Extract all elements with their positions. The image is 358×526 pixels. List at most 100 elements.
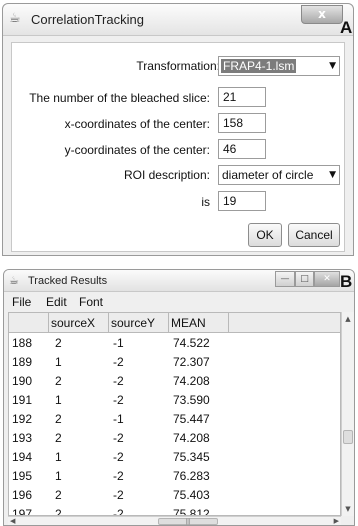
row-index-cell: 189 [12, 353, 32, 372]
transformation-value: FRAP4-1.lsm [221, 59, 296, 73]
dialog-form: Transformation: FRAP4-1.lsm ▼ The number… [11, 42, 345, 252]
sourcex-cell: 1 [55, 353, 62, 372]
scrollbar-thumb[interactable] [343, 430, 353, 444]
java-cup-icon: ☕ [9, 273, 23, 289]
table-row[interactable]: 191 1 -2 73.590 [9, 391, 341, 410]
sourcey-cell: -1 [113, 334, 124, 353]
column-header-index[interactable] [9, 313, 49, 333]
horizontal-scrollbar-thumb[interactable]: ||| [158, 518, 218, 525]
sourcex-cell: 1 [55, 448, 62, 467]
row-index-cell: 194 [12, 448, 32, 467]
scroll-right-icon[interactable]: ▶ [334, 517, 339, 526]
mean-cell: 74.208 [173, 429, 210, 448]
tracked-results-window: ☕ Tracked Results — □ ✕ File Edit Font s… [3, 269, 355, 526]
table-row[interactable]: 196 2 -2 75.403 [9, 486, 341, 505]
menu-edit[interactable]: Edit [46, 295, 67, 309]
table-header: sourceX sourceY MEAN [9, 313, 341, 333]
x-center-input[interactable]: 158 [218, 113, 266, 133]
row-index-cell: 196 [12, 486, 32, 505]
y-center-input[interactable]: 46 [218, 139, 266, 159]
row-index-cell: 192 [12, 410, 32, 429]
table-row[interactable]: 194 1 -2 75.345 [9, 448, 341, 467]
row-index-cell: 191 [12, 391, 32, 410]
panel-label-a: A [340, 18, 352, 38]
cancel-button[interactable]: Cancel [288, 223, 340, 247]
sourcey-cell: -2 [113, 372, 124, 391]
table-row[interactable]: 195 1 -2 76.283 [9, 467, 341, 486]
sourcex-cell: 2 [55, 429, 62, 448]
minimize-icon[interactable]: — [275, 271, 295, 287]
mean-cell: 73.590 [173, 391, 210, 410]
mean-cell: 76.283 [173, 467, 210, 486]
row-index-cell: 193 [12, 429, 32, 448]
sourcex-cell: 2 [55, 372, 62, 391]
sourcey-cell: -2 [113, 448, 124, 467]
results-title: Tracked Results [28, 275, 107, 287]
sourcex-cell: 2 [55, 486, 62, 505]
row-index-cell: 190 [12, 372, 32, 391]
is-label: is [201, 195, 210, 209]
menu-file[interactable]: File [12, 295, 31, 309]
roi-description-label: ROI description: [124, 168, 210, 182]
java-cup-icon: ☕ [9, 11, 23, 27]
scroll-down-icon[interactable]: ▼ [342, 502, 354, 516]
roi-description-select[interactable]: diameter of circle ▼ [218, 165, 340, 185]
sourcey-cell: -2 [113, 429, 124, 448]
panel-label-b: B [340, 272, 352, 292]
scroll-up-icon[interactable]: ▲ [342, 312, 354, 326]
mean-cell: 74.208 [173, 372, 210, 391]
column-header-sourcex[interactable]: sourceX [49, 313, 109, 333]
sourcex-cell: 1 [55, 467, 62, 486]
mean-cell: 75.345 [173, 448, 210, 467]
close-button[interactable]: x [301, 5, 343, 24]
y-center-label: y-coordinates of the center: [65, 143, 210, 157]
column-header-sourcey[interactable]: sourceY [109, 313, 169, 333]
menu-bar: File Edit Font [4, 293, 354, 311]
mean-cell: 75.447 [173, 410, 210, 429]
mean-cell: 75.403 [173, 486, 210, 505]
correlation-tracking-dialog: ☕ CorrelationTracking x Transformation: … [2, 3, 354, 256]
sourcey-cell: -2 [113, 486, 124, 505]
vertical-scrollbar[interactable]: ▲ ▼ [341, 312, 354, 516]
x-center-label: x-coordinates of the center: [65, 117, 210, 131]
dialog-titlebar[interactable]: ☕ CorrelationTracking x [3, 4, 353, 36]
results-titlebar[interactable]: ☕ Tracked Results — □ ✕ [4, 270, 354, 292]
transformation-select[interactable]: FRAP4-1.lsm ▼ [218, 56, 340, 76]
menu-font[interactable]: Font [79, 295, 103, 309]
roi-description-value: diameter of circle [222, 168, 313, 182]
ok-button[interactable]: OK [248, 223, 282, 247]
row-index-cell: 195 [12, 467, 32, 486]
chevron-down-icon: ▼ [329, 168, 336, 182]
sourcex-cell: 2 [55, 334, 62, 353]
scroll-left-icon[interactable]: ◀ [10, 517, 15, 526]
table-row[interactable]: 190 2 -2 74.208 [9, 372, 341, 391]
bleached-slice-label: The number of the bleached slice: [29, 91, 210, 105]
mean-cell: 72.307 [173, 353, 210, 372]
sourcex-cell: 1 [55, 391, 62, 410]
table-row[interactable]: 1972-275.812 [9, 505, 341, 516]
table-row[interactable]: 193 2 -2 74.208 [9, 429, 341, 448]
mean-cell: 75.812 [173, 505, 210, 516]
transformation-label: Transformation: [136, 59, 220, 73]
row-index-cell: 188 [12, 334, 32, 353]
sourcey-cell: -2 [113, 391, 124, 410]
mean-cell: 74.522 [173, 334, 210, 353]
sourcey-cell: -1 [113, 410, 124, 429]
results-table: sourceX sourceY MEAN 188 2 -1 74.522 189 1 -2 7… [8, 312, 341, 516]
horizontal-scrollbar[interactable]: ◀ ||| ▶ [8, 516, 341, 526]
table-row[interactable]: 189 1 -2 72.307 [9, 353, 341, 372]
maximize-icon[interactable]: □ [295, 271, 314, 287]
sourcey-cell: -2 [113, 467, 124, 486]
is-input[interactable]: 19 [218, 191, 266, 211]
table-row[interactable]: 192 2 -1 75.447 [9, 410, 341, 429]
sourcey-cell: -2 [113, 505, 124, 516]
column-header-mean[interactable]: MEAN [169, 313, 229, 333]
chevron-down-icon: ▼ [329, 59, 336, 73]
sourcey-cell: -2 [113, 353, 124, 372]
sourcex-cell: 2 [55, 505, 62, 516]
bleached-slice-input[interactable]: 21 [218, 87, 266, 107]
table-row[interactable]: 188 2 -1 74.522 [9, 334, 341, 353]
dialog-title: CorrelationTracking [31, 12, 144, 27]
sourcex-cell: 2 [55, 410, 62, 429]
close-icon[interactable]: ✕ [314, 271, 340, 287]
